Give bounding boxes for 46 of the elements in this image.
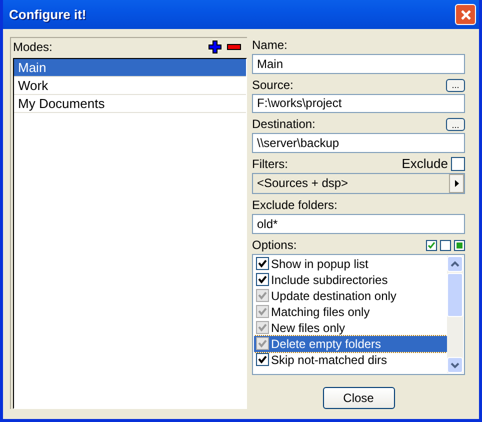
close-icon	[460, 8, 472, 20]
window-title: Configure it!	[9, 7, 88, 22]
mode-item[interactable]: Main	[14, 59, 246, 77]
option-label: Show in popup list	[271, 256, 368, 271]
plus-icon[interactable]	[208, 40, 222, 54]
exclude-checkbox[interactable]	[451, 157, 465, 172]
options-label: Options:	[252, 236, 298, 254]
scroll-thumb[interactable]	[447, 272, 463, 317]
source-field[interactable]: F:\works\project	[252, 94, 465, 114]
arrow-right-icon	[454, 180, 458, 187]
option-item[interactable]: Show in popup list	[254, 256, 447, 272]
name-field[interactable]: Main	[252, 54, 465, 74]
browse-button[interactable]: ...	[446, 118, 465, 132]
uncheck-all-icon[interactable]	[440, 240, 451, 251]
check-all-icon[interactable]	[426, 240, 437, 251]
option-item[interactable]: Include subdirectories	[254, 272, 447, 288]
option-label: Skip not-matched dirs	[271, 352, 388, 367]
destination-label: Destination:	[252, 116, 316, 134]
scrollbar[interactable]	[447, 256, 463, 374]
close-button[interactable]	[455, 4, 476, 25]
source-label: Source:	[252, 76, 294, 94]
option-item[interactable]: Skip not-matched dirs	[254, 352, 447, 368]
dropdown-button[interactable]	[449, 174, 464, 194]
option-label: Update destination only	[271, 288, 396, 303]
name-label: Name:	[252, 37, 288, 54]
modes-label: Modes:	[13, 38, 54, 56]
option-label: Matching files only	[271, 304, 370, 319]
mode-item[interactable]: Work	[14, 77, 246, 95]
scroll-up-icon[interactable]	[447, 256, 463, 272]
close-dialog-button[interactable]: Close	[322, 387, 394, 410]
option-label: Include subdirectories	[271, 272, 388, 287]
option-checkbox[interactable]	[256, 353, 269, 366]
option-checkbox[interactable]	[256, 257, 269, 270]
filters-label: Filters:	[252, 156, 289, 173]
destination-field[interactable]: \\server\backup	[252, 133, 465, 153]
exclude-folders-label: Exclude folders:	[252, 197, 338, 214]
exclude-folders-field[interactable]: old*	[252, 214, 465, 234]
square-icon[interactable]	[454, 240, 465, 251]
option-label: Delete empty folders	[271, 336, 382, 351]
browse-button[interactable]: ...	[446, 78, 465, 92]
minus-icon[interactable]	[227, 43, 241, 51]
scroll-down-icon[interactable]	[447, 357, 463, 374]
exclude-label: Exclude	[402, 156, 448, 173]
option-checkbox[interactable]	[256, 273, 269, 286]
option-label: New files only	[271, 320, 346, 335]
mode-item[interactable]: My Documents	[14, 95, 246, 113]
